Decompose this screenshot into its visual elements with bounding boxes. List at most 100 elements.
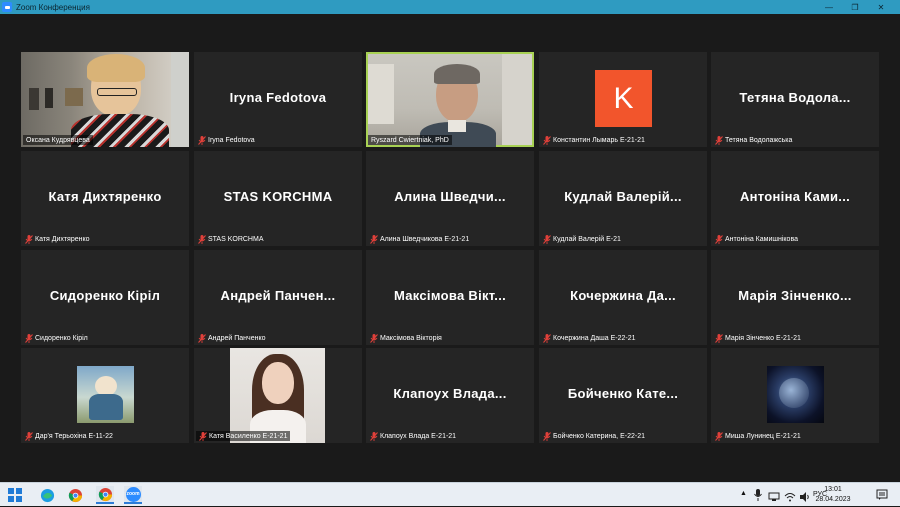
participant-tile[interactable]: Марія Зінченко... Марія Зінченко Е-21-21 [711,250,879,345]
participant-tile[interactable]: Катя Дихтяренко Катя Дихтяренко [21,151,189,246]
close-button[interactable]: ✕ [868,0,894,14]
participant-name: Миша Лунинец Е-21-21 [725,432,801,440]
participant-tile[interactable]: Тетяна Водола... Тетяна Водолажська [711,52,879,147]
windows-taskbar: zoom ▲ РУС 13:01 28.04.2023 [0,482,900,506]
participant-name-caption: Константин Лымарь Е-21-21 [543,135,645,145]
clock-time: 13:01 [824,486,842,493]
minimize-button[interactable]: — [816,0,842,14]
participant-name: Катя Василенко Е-21-21 [209,432,288,440]
participant-display-name: Кочержина Да... [570,288,676,303]
participant-name-caption: Ryszard Cwiertniak, PhD [368,135,452,145]
chrome-browser-icon[interactable] [66,486,84,504]
participant-display-name: Клапоух Влада... [393,386,507,401]
participant-name: Марія Зінченко Е-21-21 [725,334,801,342]
speaker-icon[interactable] [799,489,811,507]
network-icon[interactable] [768,489,780,507]
participant-display-name: Андрей Панчен... [220,288,336,303]
participant-video [21,52,189,147]
participant-name-caption: Максімова Вікторія [370,333,442,343]
participant-tile[interactable]: K Константин Лымарь Е-21-21 [539,52,707,147]
participant-tile[interactable]: Ryszard Cwiertniak, PhD [366,52,534,147]
zoom-app-icon[interactable]: zoom [124,486,142,504]
participant-name: Антоніна Камишнікова [725,235,798,243]
microphone-icon[interactable] [754,488,762,506]
participant-display-name: Марія Зінченко... [738,288,852,303]
participant-tile[interactable]: Iryna Fedotova Iryna Fedotova [194,52,362,147]
participant-name: Кочержина Даша Е-22-21 [553,334,636,342]
participant-tile[interactable]: Сидоренко Кіріл Сидоренко Кіріл [21,250,189,345]
participant-tile[interactable]: Кудлай Валерій... Кудлай Валерій Е-21 [539,151,707,246]
participant-name-caption: Бойченко Катерина, Е-22-21 [543,431,645,441]
participant-tile[interactable]: Миша Лунинец Е-21-21 [711,348,879,443]
tray-chevron-up-icon[interactable]: ▲ [740,490,747,497]
participant-name-caption: Кочержина Даша Е-22-21 [543,333,636,343]
wifi-icon[interactable] [784,489,796,507]
participant-tile[interactable]: STAS KORCHMA STAS KORCHMA [194,151,362,246]
participant-name: Дар'я Терьохіна Е-11-22 [35,432,113,440]
participant-display-name: Сидоренко Кіріл [49,288,161,303]
mic-muted-icon [198,135,206,145]
participant-tile[interactable]: Кочержина Да... Кочержина Даша Е-22-21 [539,250,707,345]
participant-name-caption: Катя Василенко Е-21-21 [196,431,291,441]
participant-photo [77,366,134,423]
participant-tile[interactable]: Антоніна Ками... Антоніна Камишнікова [711,151,879,246]
participant-name: Iryna Fedotova [208,136,255,144]
taskbar-clock[interactable]: 13:01 28.04.2023 [811,485,855,505]
participant-display-name: STAS KORCHMA [223,189,333,204]
chrome-profile-icon[interactable] [96,486,114,504]
clock-date: 28.04.2023 [815,496,851,503]
mic-muted-icon [25,333,33,343]
mic-muted-icon [715,234,723,244]
participant-tile[interactable]: Оксана Кудрявцева [21,52,189,147]
participant-tile[interactable]: Катя Василенко Е-21-21 [194,348,362,443]
participant-display-name: Бойченко Кате... [567,386,679,401]
participant-name-caption: Кудлай Валерій Е-21 [543,234,621,244]
participant-name: Кудлай Валерій Е-21 [553,235,621,243]
participant-display-name: Антоніна Ками... [739,189,851,204]
participant-name-caption: STAS KORCHMA [198,234,264,244]
participant-name: Сидоренко Кіріл [35,334,88,342]
participant-tile[interactable]: Дар'я Терьохіна Е-11-22 [21,348,189,443]
gallery-view: Оксана Кудрявцева Iryna Fedotova Iryna Fed… [0,14,900,482]
participant-name: Катя Дихтяренко [35,235,90,243]
window-controls: — ❐ ✕ [816,0,894,14]
participant-tile[interactable]: Бойченко Кате... Бойченко Катерина, Е-22-… [539,348,707,443]
window-title: Zoom Конференция [16,2,90,12]
mic-muted-icon [543,431,551,441]
mic-muted-icon [370,234,378,244]
participant-name: Оксана Кудрявцева [26,136,90,144]
mic-muted-icon [543,333,551,343]
edge-browser-icon[interactable] [38,486,56,504]
mic-muted-icon [198,234,206,244]
windows-start-icon[interactable] [6,486,24,504]
participant-tile[interactable]: Клапоух Влада... Клапоух Влада Е-21-21 [366,348,534,443]
mic-muted-icon [25,431,33,441]
participant-photo [230,348,325,443]
participant-name: STAS KORCHMA [208,235,264,243]
participant-video [368,54,532,147]
participant-tile[interactable]: Максімова Вікт... Максімова Вікторія [366,250,534,345]
mic-muted-icon [199,431,207,441]
participant-tile[interactable]: Андрей Панчен... Андрей Панченко [194,250,362,345]
participant-name-caption: Антоніна Камишнікова [715,234,798,244]
mic-muted-icon [25,234,33,244]
participant-name: Андрей Панченко [208,334,266,342]
participant-name-caption: Тетяна Водолажська [715,135,792,145]
mic-muted-icon [715,333,723,343]
participant-name: Ryszard Cwiertniak, PhD [371,136,449,144]
participant-display-name: Алина Шведчи... [394,189,506,204]
participant-name-caption: Алина Шведчикова Е-21-21 [370,234,469,244]
window-titlebar: Zoom Конференция — ❐ ✕ [0,0,900,14]
participant-photo [767,366,824,423]
participant-name: Максімова Вікторія [380,334,442,342]
restore-button[interactable]: ❐ [842,0,868,14]
participant-name: Алина Шведчикова Е-21-21 [380,235,470,243]
mic-muted-icon [370,333,378,343]
participant-name-caption: Клапоух Влада Е-21-21 [370,431,456,441]
mic-muted-icon [715,431,723,441]
participant-display-name: Катя Дихтяренко [48,189,162,204]
participant-name-caption: Дар'я Терьохіна Е-11-22 [25,431,113,441]
notifications-icon[interactable] [876,488,888,506]
participant-name-caption: Миша Лунинец Е-21-21 [715,431,801,441]
participant-tile[interactable]: Алина Шведчи... Алина Шведчикова Е-21-21 [366,151,534,246]
